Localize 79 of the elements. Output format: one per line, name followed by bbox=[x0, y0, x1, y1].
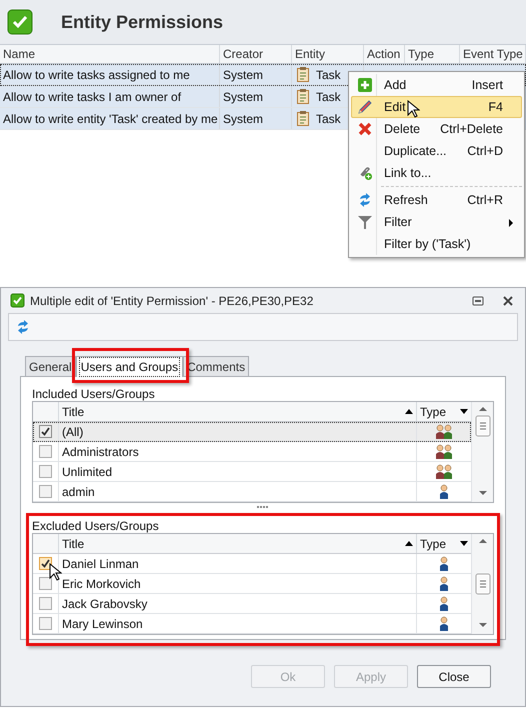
column-header[interactable]: Type bbox=[405, 45, 460, 63]
restore-icon[interactable] bbox=[472, 294, 484, 306]
column-header[interactable]: Event Type bbox=[460, 45, 526, 63]
table-cell-text: Allow to write entity 'Task' created by me bbox=[3, 110, 218, 128]
table-cell-text: Administrators bbox=[62, 444, 139, 460]
group-icon bbox=[435, 464, 453, 479]
delete-icon bbox=[357, 121, 373, 137]
table-cell-text: Jack Grabovsky bbox=[62, 596, 148, 612]
checkbox[interactable] bbox=[39, 617, 52, 630]
sort-icon bbox=[405, 409, 413, 414]
table-row[interactable]: admin bbox=[33, 482, 471, 502]
tab[interactable]: Users and Groups bbox=[76, 356, 184, 377]
group-icon bbox=[435, 444, 453, 459]
table-row[interactable]: Jack Grabovsky bbox=[33, 594, 471, 614]
table-cell-text: System bbox=[223, 66, 264, 84]
menu-item[interactable]: Filter by ('Task') bbox=[351, 233, 522, 255]
column-header[interactable]: Title bbox=[59, 534, 417, 553]
clipboard-icon bbox=[296, 88, 310, 105]
column-header[interactable]: Type bbox=[417, 534, 471, 553]
dialog-button[interactable]: Close bbox=[417, 665, 491, 688]
table-row[interactable]: Unlimited bbox=[33, 462, 471, 482]
checkbox[interactable] bbox=[39, 577, 52, 590]
table-cell-text: (All) bbox=[62, 424, 84, 440]
table-cell-text: Task bbox=[316, 66, 341, 84]
page-title: Entity Permissions bbox=[61, 10, 224, 34]
table-row[interactable]: Administrators bbox=[33, 442, 471, 462]
section-label: Excluded Users/Groups bbox=[32, 519, 159, 533]
refresh-icon bbox=[357, 192, 373, 208]
table-cell-text: System bbox=[223, 88, 264, 106]
table-row[interactable]: (All) bbox=[33, 422, 471, 442]
table-cell-text: Task bbox=[316, 110, 341, 128]
check-icon bbox=[7, 9, 33, 35]
checkbox[interactable] bbox=[39, 445, 52, 458]
table-cell-text: Allow to write tasks assigned to me bbox=[3, 66, 190, 84]
table-cell-text: Mary Lewinson bbox=[62, 616, 143, 632]
filter-dropdown-icon bbox=[460, 409, 468, 414]
clipboard-icon bbox=[296, 66, 310, 83]
group-icon bbox=[435, 424, 453, 439]
checkbox[interactable] bbox=[39, 485, 52, 498]
filter-dropdown-icon bbox=[460, 541, 468, 546]
table-cell-text: System bbox=[223, 110, 264, 128]
window-title: Multiple edit of 'Entity Permission' - PE26,PE30,PE32 bbox=[30, 292, 314, 310]
column-header[interactable]: Entity bbox=[292, 45, 364, 63]
column-header[interactable]: Title bbox=[59, 402, 417, 421]
clipboard-icon bbox=[296, 110, 310, 127]
menu-item[interactable]: Duplicate... Ctrl+D bbox=[351, 140, 522, 162]
table-cell-text: Unlimited bbox=[62, 464, 112, 480]
menu-item[interactable]: Refresh Ctrl+R bbox=[351, 189, 522, 211]
pencil-icon bbox=[357, 99, 373, 115]
cursor-icon bbox=[407, 100, 420, 118]
column-header[interactable]: Creator bbox=[220, 45, 292, 63]
menu-item[interactable]: Filter bbox=[351, 211, 522, 233]
scrollbar[interactable] bbox=[471, 402, 493, 502]
column-header[interactable]: Action bbox=[364, 45, 405, 63]
cursor-icon bbox=[49, 563, 62, 581]
checkbox[interactable] bbox=[39, 465, 52, 478]
table-cell-text: Eric Morkovich bbox=[62, 576, 141, 592]
table-cell-text: Task bbox=[316, 88, 341, 106]
table-cell-text: Daniel Linman bbox=[62, 556, 139, 572]
tab[interactable]: Comments bbox=[183, 356, 250, 376]
table-cell-text: Allow to write tasks I am owner of bbox=[3, 88, 182, 106]
checkbox[interactable] bbox=[39, 425, 52, 438]
scrollbar[interactable] bbox=[471, 534, 493, 634]
table-row[interactable]: Mary Lewinson bbox=[33, 614, 471, 634]
table-cell-text: admin bbox=[62, 484, 95, 500]
refresh-icon[interactable] bbox=[15, 319, 31, 335]
column-header[interactable]: Name bbox=[0, 45, 220, 63]
menu-item[interactable]: Link to... bbox=[351, 162, 522, 184]
close-icon[interactable] bbox=[502, 294, 514, 306]
table-row[interactable]: Eric Morkovich bbox=[33, 574, 471, 594]
column-header[interactable]: Type bbox=[417, 402, 471, 421]
section-label: Included Users/Groups bbox=[32, 387, 155, 401]
submenu-arrow-icon bbox=[509, 219, 513, 227]
funnel-icon bbox=[357, 214, 373, 230]
menu-item[interactable]: Edit F4 bbox=[351, 96, 522, 118]
sort-icon bbox=[405, 541, 413, 546]
check-icon bbox=[10, 293, 25, 308]
checkbox[interactable] bbox=[39, 597, 52, 610]
add-icon bbox=[357, 77, 373, 93]
